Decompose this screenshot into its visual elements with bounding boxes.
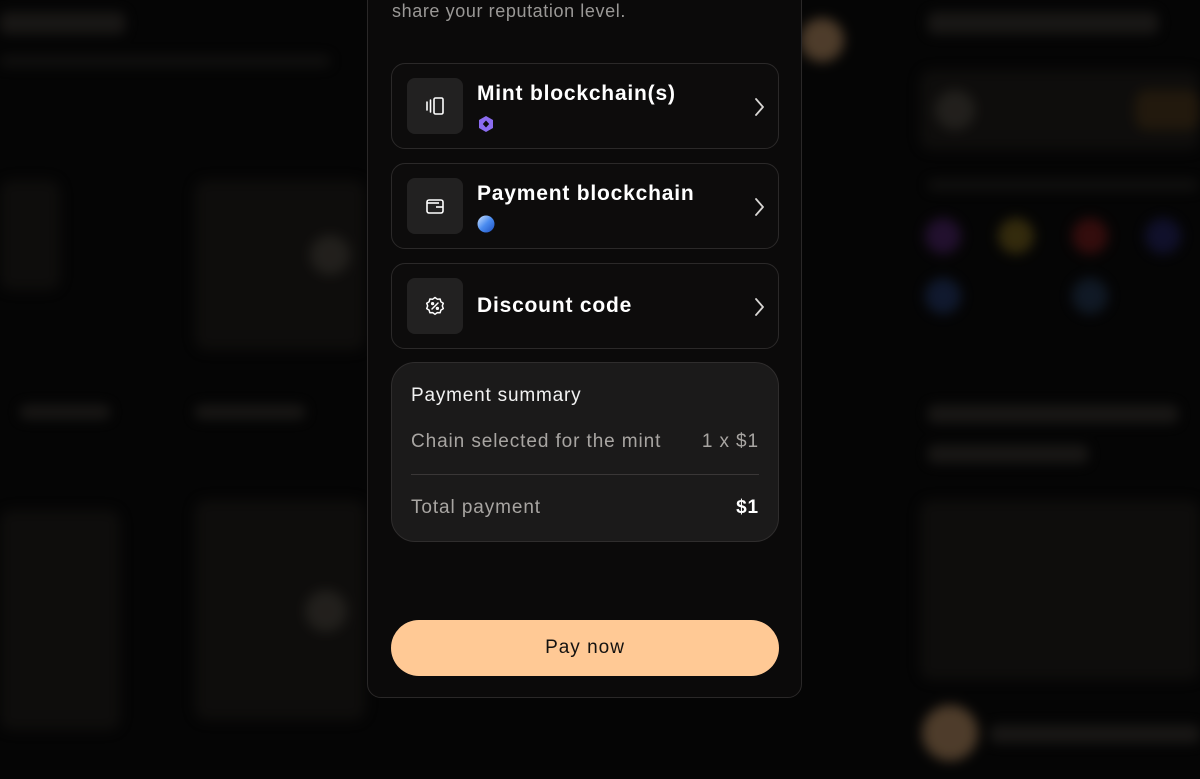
wallet-icon [407, 178, 463, 234]
bg-avatar-top [800, 18, 844, 62]
bg-avatar-bottom [922, 705, 978, 761]
modal-subtitle: share your reputation level. [392, 1, 626, 21]
mint-modal: share your reputation level. Mint blockc… [367, 0, 802, 698]
discount-badge-icon [407, 278, 463, 334]
bg-avatar-lower [305, 590, 347, 632]
bg-text-right [928, 180, 1198, 190]
bg-label-1 [20, 405, 110, 419]
bg-chain-dot-1 [925, 218, 961, 254]
bg-avatar-right [935, 90, 975, 130]
hexagon-chain-icon [479, 116, 493, 132]
payment-blockchain-label: Payment blockchain [477, 182, 695, 205]
pay-now-button[interactable]: Pay now [391, 620, 779, 676]
bg-text-right-3 [928, 445, 1088, 463]
mint-blockchain-label: Mint blockchain(s) [477, 82, 676, 105]
bg-text-left [0, 56, 330, 66]
layers-icon [407, 78, 463, 134]
sphere-chain-icon [477, 215, 495, 233]
bg-text-right-2 [928, 405, 1178, 423]
summary-divider [411, 474, 759, 475]
total-payment-label: Total payment [411, 497, 541, 518]
discount-code-option[interactable]: Discount code [391, 263, 779, 349]
bg-chain-dot-5 [925, 278, 961, 314]
mint-blockchain-option[interactable]: Mint blockchain(s) [391, 63, 779, 149]
bg-heading-right [928, 12, 1158, 34]
bg-badge-right [1135, 90, 1200, 130]
payment-blockchain-option[interactable]: Payment blockchain [391, 163, 779, 249]
chevron-right-icon [755, 298, 764, 316]
chevron-right-icon [755, 198, 764, 216]
bg-chain-dot-4 [1145, 218, 1181, 254]
payment-summary-card: Payment summary Chain selected for the m… [391, 362, 779, 542]
bg-chain-dot-6 [1072, 278, 1108, 314]
bg-card-lower-left [0, 510, 120, 730]
total-payment-value: $1 [736, 497, 759, 518]
discount-code-label: Discount code [477, 294, 633, 317]
bg-heading-left [0, 12, 125, 34]
bg-avatar-mid [310, 235, 350, 275]
bg-label-2 [195, 405, 305, 419]
summary-line-value: 1 x $1 [701, 431, 759, 452]
bg-card-right-lower [920, 500, 1200, 680]
bg-card-left [0, 180, 60, 290]
summary-line-label: Chain selected for the mint [411, 431, 662, 452]
bg-chain-dot-3 [1072, 218, 1108, 254]
payment-summary-title: Payment summary [411, 385, 582, 406]
bg-chain-dot-2 [998, 218, 1034, 254]
bg-text-bottom [990, 725, 1200, 743]
chevron-right-icon [755, 98, 764, 116]
